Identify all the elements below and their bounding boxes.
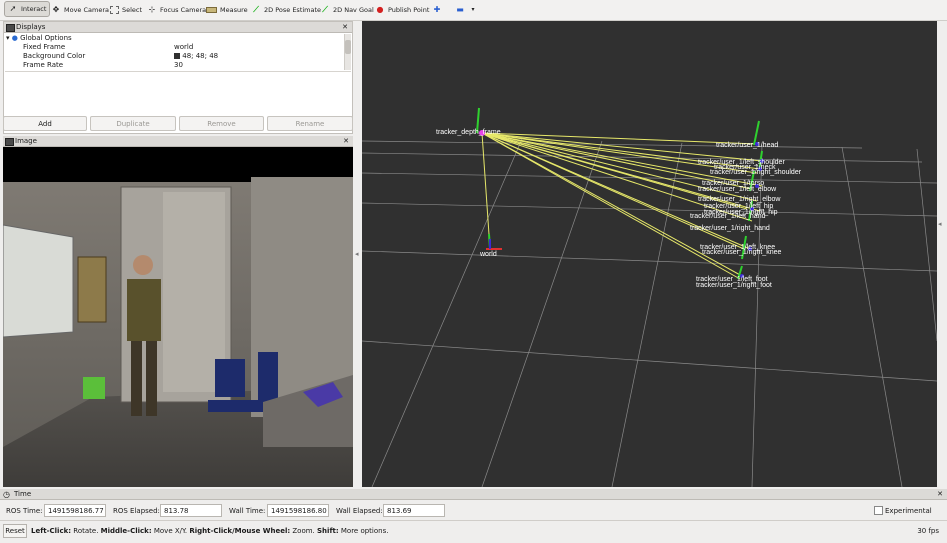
camera-image bbox=[3, 147, 353, 487]
experimental-label: Experimental bbox=[885, 507, 932, 515]
focus-camera-tool[interactable]: ⊹ Focus Camera bbox=[147, 2, 207, 17]
scene-svg: tracker_depth_frame world tracker/user_1… bbox=[362, 107, 937, 487]
globe-icon: ● bbox=[11, 34, 18, 42]
ruler-icon bbox=[206, 6, 217, 13]
image-title-bar: Image ✕ bbox=[3, 136, 353, 147]
publish-point-tool[interactable]: ● Publish Point bbox=[375, 2, 430, 17]
fps-indicator: 30 fps bbox=[917, 527, 939, 535]
rename-button[interactable]: Rename bbox=[267, 116, 353, 131]
label-left-hand: tracker/user_1/left_hand bbox=[690, 213, 766, 220]
measure-tool[interactable]: Measure bbox=[206, 2, 248, 17]
focus-icon: ⊹ bbox=[148, 4, 156, 14]
add-tool-button[interactable]: ✚ bbox=[432, 2, 442, 17]
label-head: tracker/user_1/head bbox=[716, 142, 778, 149]
move-icon: ✥ bbox=[52, 4, 60, 14]
divider bbox=[5, 71, 351, 72]
add-button[interactable]: Add bbox=[3, 116, 87, 131]
2d-pose-estimate-tool[interactable]: ⟋ 2D Pose Estimate bbox=[251, 2, 321, 17]
reset-button[interactable]: Reset bbox=[3, 524, 27, 538]
move-camera-tool[interactable]: ✥ Move Camera bbox=[51, 2, 109, 17]
select-icon bbox=[110, 5, 119, 14]
arrow-green-icon: ⟋ bbox=[322, 4, 328, 14]
2d-nav-goal-tool[interactable]: ⟋ 2D Nav Goal bbox=[320, 2, 374, 17]
clock-icon: ◷ bbox=[3, 490, 10, 499]
grid bbox=[362, 138, 937, 487]
minus-icon: ▬ bbox=[456, 4, 464, 14]
chevron-down-icon: ▾ bbox=[471, 5, 475, 13]
wall-time-field[interactable]: 1491598186.80 bbox=[267, 504, 329, 517]
close-icon[interactable]: ✕ bbox=[343, 136, 349, 147]
render-view[interactable]: tracker_depth_frame world tracker/user_1… bbox=[362, 21, 937, 487]
label-left-elbow: tracker/user_1/left_elbow bbox=[698, 186, 777, 193]
pin-icon: ● bbox=[376, 4, 384, 14]
wall-elapsed-field[interactable]: 813.69 bbox=[383, 504, 445, 517]
time-title-bar: ◷ Time ✕ bbox=[0, 489, 947, 500]
ros-elapsed-label: ROS Elapsed: bbox=[113, 507, 160, 515]
prop-name-fixed-frame: Fixed Frame bbox=[23, 43, 66, 51]
label-right-elbow: tracker/user_1/right_elbow bbox=[698, 196, 781, 203]
plus-icon: ✚ bbox=[433, 4, 441, 14]
duplicate-button[interactable]: Duplicate bbox=[90, 116, 176, 131]
splitter-handle-right[interactable]: ◂ bbox=[938, 220, 942, 228]
label-world: world bbox=[479, 251, 497, 258]
ros-elapsed-field[interactable]: 813.78 bbox=[160, 504, 222, 517]
select-tool[interactable]: Select bbox=[110, 2, 142, 17]
toolbar: ➚ Interact ✥ Move Camera Select ⊹ Focus … bbox=[0, 0, 947, 21]
interact-tool[interactable]: ➚ Interact bbox=[4, 1, 51, 17]
label-right-foot: tracker/user_1/right_foot bbox=[696, 282, 772, 289]
expand-arrow-icon[interactable]: ▾ bbox=[6, 34, 10, 42]
remove-button[interactable]: Remove bbox=[179, 116, 264, 131]
image-panel-icon bbox=[5, 138, 14, 146]
experimental-checkbox[interactable] bbox=[874, 506, 883, 515]
image-title: Image bbox=[15, 137, 37, 145]
wall-time-label: Wall Time: bbox=[229, 507, 266, 515]
label-right-hand: tracker/user_1/right_hand bbox=[690, 225, 770, 232]
camera-image-svg bbox=[3, 177, 353, 487]
prop-value-fixed-frame[interactable]: world bbox=[174, 43, 193, 52]
splitter-handle-left[interactable]: ◂ bbox=[355, 250, 359, 258]
displays-title: Displays bbox=[16, 23, 46, 31]
ros-time-field[interactable]: 1491598186.77 bbox=[44, 504, 106, 517]
prop-value-background-color[interactable]: 48; 48; 48 bbox=[174, 52, 218, 61]
prop-value-frame-rate[interactable]: 30 bbox=[174, 61, 183, 70]
global-options-row[interactable]: ▾ ● Global Options bbox=[6, 34, 72, 43]
status-bar: Reset Left-Click: Rotate. Middle-Click: … bbox=[0, 520, 947, 543]
close-icon[interactable]: ✕ bbox=[342, 22, 348, 33]
scrollbar-thumb[interactable] bbox=[345, 40, 351, 54]
label-right-knee: tracker/user_1/right_knee bbox=[702, 249, 781, 256]
label-right-shoulder: tracker/user_1/right_shoulder bbox=[710, 169, 802, 176]
ros-time-label: ROS Time: bbox=[6, 507, 43, 515]
arrow-green-icon: ⟋ bbox=[253, 4, 259, 14]
label-tracker-depth-frame: tracker_depth_frame bbox=[436, 129, 501, 136]
prop-name-background-color: Background Color bbox=[23, 52, 86, 60]
cursor-icon: ➚ bbox=[9, 4, 17, 13]
scrollbar[interactable] bbox=[344, 34, 351, 70]
status-hint: Left-Click: Rotate. Middle-Click: Move X… bbox=[31, 527, 389, 535]
monitor-icon bbox=[6, 24, 15, 32]
prop-name-frame-rate: Frame Rate bbox=[23, 61, 64, 69]
remove-tool-button[interactable]: ▬ ▾ bbox=[455, 2, 478, 17]
wall-elapsed-label: Wall Elapsed: bbox=[336, 507, 383, 515]
close-icon[interactable]: ✕ bbox=[937, 489, 943, 500]
displays-title-bar: Displays ✕ bbox=[4, 22, 352, 33]
time-title: Time bbox=[14, 490, 32, 498]
color-swatch bbox=[174, 53, 180, 59]
